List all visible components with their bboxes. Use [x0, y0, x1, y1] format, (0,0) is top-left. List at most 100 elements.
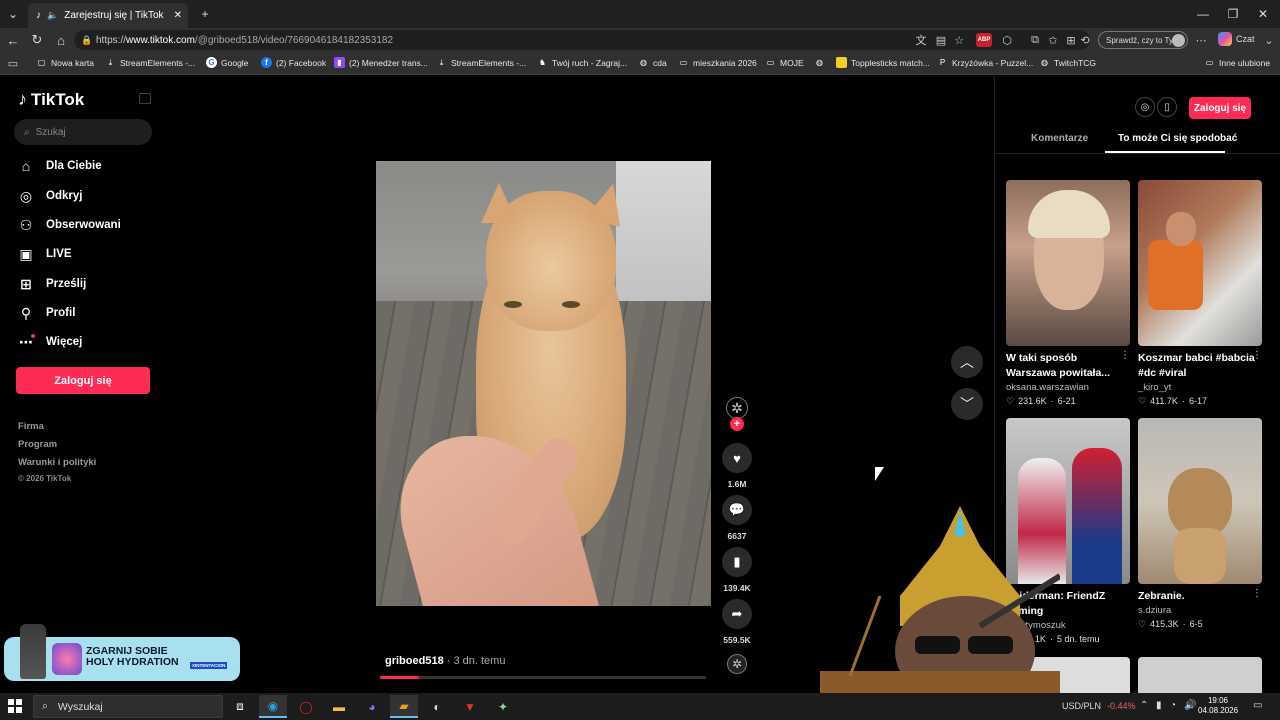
windows-start-icon[interactable]: [8, 699, 22, 713]
bookmark-folder[interactable]: ▭ mieszkania 2026: [678, 57, 757, 68]
bookmark-item[interactable]: Topplesticks match...: [836, 57, 930, 68]
footer-link-program[interactable]: Program: [18, 439, 57, 450]
card-more-icon[interactable]: ⋮: [1252, 350, 1262, 361]
video-card[interactable]: W taki sposób Warszawa powitała... oksan…: [1006, 180, 1130, 407]
bookmark-item[interactable]: ◍ cda: [638, 57, 667, 68]
comment-button[interactable]: 💬: [722, 495, 752, 525]
microphone-icon[interactable]: ▮: [1156, 700, 1162, 711]
minimize-icon[interactable]: —: [1186, 0, 1220, 28]
currency-ticker[interactable]: USD/PLN -0.44%: [1062, 701, 1136, 711]
facebook-icon: f: [261, 57, 272, 68]
video-card[interactable]: Koszmar babci #babcia #dc #viral _kiro_y…: [1138, 180, 1262, 407]
bookmark-item[interactable]: P Krzyżówka - Puzzel...: [937, 57, 1033, 68]
footer-link-company[interactable]: Firma: [18, 421, 44, 432]
save-count: 139.4K: [723, 583, 751, 593]
obs-studio-icon[interactable]: ◐: [423, 695, 451, 718]
settings-menu-icon[interactable]: ⋯: [1194, 33, 1208, 47]
save-button[interactable]: ▮: [722, 547, 752, 577]
share-button[interactable]: ➦: [722, 599, 752, 629]
adblock-icon[interactable]: ABP: [976, 33, 992, 47]
translate-icon[interactable]: 文: [914, 33, 928, 47]
nav-explore[interactable]: ◎ Odkryj: [18, 186, 83, 206]
sidebar-toggle-icon[interactable]: ▭: [6, 56, 20, 70]
new-tab-icon[interactable]: +: [188, 0, 222, 28]
tab-comments[interactable]: Komentarze: [1031, 133, 1088, 144]
bookmark-item[interactable]: ⤓ StreamElements -...: [436, 57, 526, 68]
bookmark-item[interactable]: ▮ (2) Menedżer trans...: [334, 57, 428, 68]
creator-avatar[interactable]: ✲: [726, 397, 748, 419]
profile-check-button[interactable]: Sprawdź, czy to Ty: [1098, 31, 1188, 49]
nav-upload[interactable]: ⊞ Prześlij: [18, 274, 86, 294]
card-more-icon[interactable]: ⋮: [1120, 350, 1130, 361]
video-author[interactable]: griboed518 · 3 dn. temu: [385, 655, 505, 667]
maximize-icon[interactable]: ❐: [1216, 0, 1250, 28]
opera-icon[interactable]: ◯: [292, 695, 320, 718]
bookmark-item[interactable]: ♞ Twój ruch - Zagraj...: [537, 57, 627, 68]
card-title: Koszmar babci #babcia #dc #viral: [1138, 352, 1255, 379]
refresh-icon[interactable]: ↻: [29, 32, 45, 48]
like-button[interactable]: ♥: [722, 443, 752, 473]
bookmark-item[interactable]: ▢ Nowa karta: [36, 57, 94, 68]
obs-app-icon[interactable]: ▰: [390, 695, 418, 718]
bookmark-item[interactable]: ⤓ StreamElements -...: [105, 57, 195, 68]
valorant-icon[interactable]: ▼: [456, 695, 484, 718]
collapse-sidebar-icon[interactable]: [139, 93, 151, 104]
other-bookmarks[interactable]: ▭ Inne ulubione: [1204, 57, 1270, 68]
chevron-down-icon[interactable]: ⌄: [1262, 33, 1276, 47]
login-button-sidebar[interactable]: Zaloguj się: [16, 367, 150, 394]
video-card-partial[interactable]: [1138, 657, 1262, 693]
music-disc-icon[interactable]: ✲: [727, 654, 747, 674]
close-window-icon[interactable]: ✕: [1246, 0, 1280, 28]
nav-more[interactable]: ⋯ Więcej: [18, 332, 82, 352]
bookmark-item[interactable]: ◍ TwitchTCG: [1039, 57, 1096, 68]
taskbar-search[interactable]: ⌕ Wyszukaj: [33, 695, 223, 718]
copilot-chat-button[interactable]: Czat: [1218, 32, 1255, 46]
login-button-top[interactable]: Zaloguj się: [1189, 97, 1251, 119]
compass-icon[interactable]: ◎: [1135, 97, 1155, 117]
follow-plus-icon[interactable]: +: [730, 417, 744, 431]
back-icon[interactable]: ←: [5, 32, 21, 48]
nav-live[interactable]: ▣ LIVE: [18, 244, 71, 264]
tab-recommended[interactable]: To może Ci się spodobać: [1118, 133, 1237, 144]
bookmark-item[interactable]: G Google: [206, 57, 248, 68]
footer-link-terms[interactable]: Warunki i polityki: [18, 457, 96, 468]
favorite-star-icon[interactable]: ☆: [952, 33, 966, 47]
video-player[interactable]: [376, 161, 711, 606]
video-progress-bar[interactable]: [380, 676, 706, 679]
nav-for-you[interactable]: ⌂ Dla Ciebie: [18, 156, 102, 176]
home-browser-icon[interactable]: ⌂: [53, 32, 69, 48]
favorites-icon[interactable]: ✩: [1046, 33, 1060, 47]
collections-icon[interactable]: ⊞: [1064, 33, 1078, 47]
mobile-app-icon[interactable]: ▯: [1157, 97, 1177, 117]
bookmark-item[interactable]: f (2) Facebook: [261, 57, 326, 68]
reader-icon[interactable]: ▤: [934, 33, 948, 47]
search-input[interactable]: ⌕ Szukaj: [14, 119, 152, 145]
notifications-icon[interactable]: ▭: [1253, 700, 1262, 711]
extension-icon[interactable]: ⬡: [1000, 33, 1014, 47]
taskbar-clock[interactable]: 19:06 04.08.2026: [1198, 696, 1238, 716]
split-screen-icon[interactable]: ⧉: [1028, 33, 1042, 47]
edge-browser-icon[interactable]: ◉: [259, 695, 287, 718]
network-icon[interactable]: ◔: [1170, 700, 1176, 711]
nav-following[interactable]: ⚇ Obserwowani: [18, 215, 121, 235]
mute-tab-icon[interactable]: 🔈: [47, 10, 58, 21]
browser-tab[interactable]: ♪ 🔈 Zarejestruj się | TikTok ✕: [28, 3, 188, 28]
task-view-icon[interactable]: ⧈: [226, 695, 254, 718]
card-more-icon[interactable]: ⋮: [1252, 588, 1262, 599]
file-explorer-icon[interactable]: ▬: [325, 695, 353, 718]
nav-profile[interactable]: ⚲ Profil: [18, 303, 76, 323]
bookmark-item[interactable]: ◍: [814, 57, 825, 68]
card-likes: 411.7K: [1150, 396, 1178, 406]
close-tab-icon[interactable]: ✕: [174, 10, 182, 21]
discord-icon[interactable]: ◕: [358, 695, 386, 718]
next-video-button[interactable]: ﹀: [951, 388, 983, 420]
history-icon[interactable]: ⟲: [1078, 33, 1092, 47]
video-card[interactable]: Zebranie. s.dziura ♡ 415.3K · 6-5 ⋮: [1138, 418, 1262, 630]
previous-video-button[interactable]: ︿: [951, 346, 983, 378]
tiktok-logo[interactable]: ♪ TikTok: [18, 89, 84, 110]
bookmark-folder[interactable]: ▭ MOJE: [765, 57, 804, 68]
app-icon[interactable]: ✦: [489, 695, 517, 718]
tab-list-button[interactable]: ⌄: [0, 0, 26, 28]
chevron-up-icon[interactable]: ⌃: [1140, 700, 1148, 711]
volume-icon[interactable]: 🔊: [1184, 700, 1196, 711]
